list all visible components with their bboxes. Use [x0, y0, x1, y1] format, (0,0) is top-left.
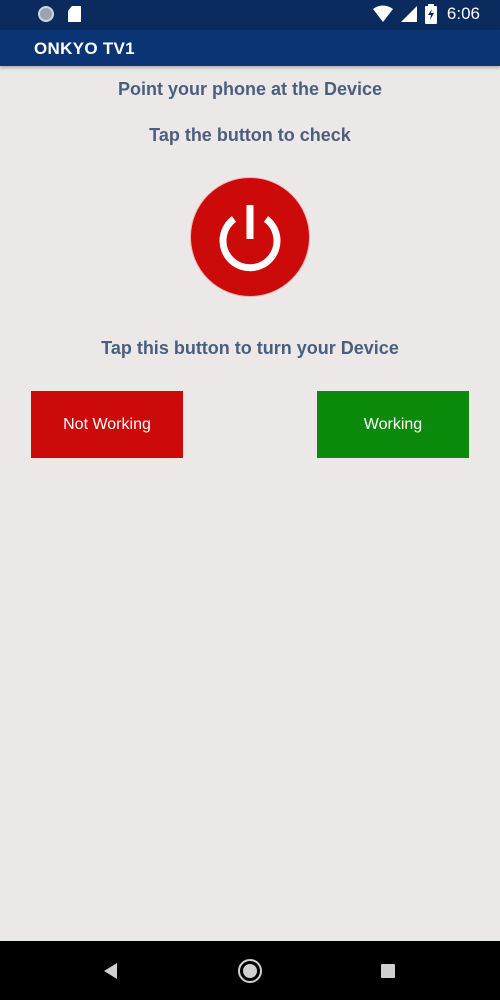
working-button[interactable]: Working	[317, 391, 469, 458]
power-button[interactable]	[190, 177, 310, 297]
instruction-point-phone: Point your phone at the Device	[117, 79, 383, 99]
home-icon[interactable]	[238, 959, 262, 983]
signal-icon	[400, 6, 417, 22]
status-left-icons	[38, 6, 81, 22]
instruction-turn-device: Tap this button to turn your Device	[101, 338, 399, 358]
navigation-bar	[0, 941, 500, 1000]
not-working-button[interactable]: Not Working	[31, 391, 183, 458]
app-title: ONKYO TV1	[34, 39, 135, 58]
power-icon	[219, 205, 281, 272]
back-icon[interactable]	[104, 963, 117, 979]
app-bar: ONKYO TV1	[0, 30, 500, 66]
status-bar: 6:06	[0, 0, 500, 30]
not-working-label: Not Working	[63, 415, 151, 433]
status-right-icons: 6:06	[372, 4, 480, 24]
battery-icon	[424, 4, 437, 24]
working-label: Working	[363, 415, 423, 433]
status-time: 6:06	[446, 4, 480, 23]
sd-card-icon	[68, 6, 81, 22]
notification-dot-icon	[38, 6, 54, 22]
instruction-tap-check: Tap the button to check	[149, 125, 351, 145]
wifi-icon	[372, 5, 393, 22]
recents-icon[interactable]	[381, 964, 395, 978]
